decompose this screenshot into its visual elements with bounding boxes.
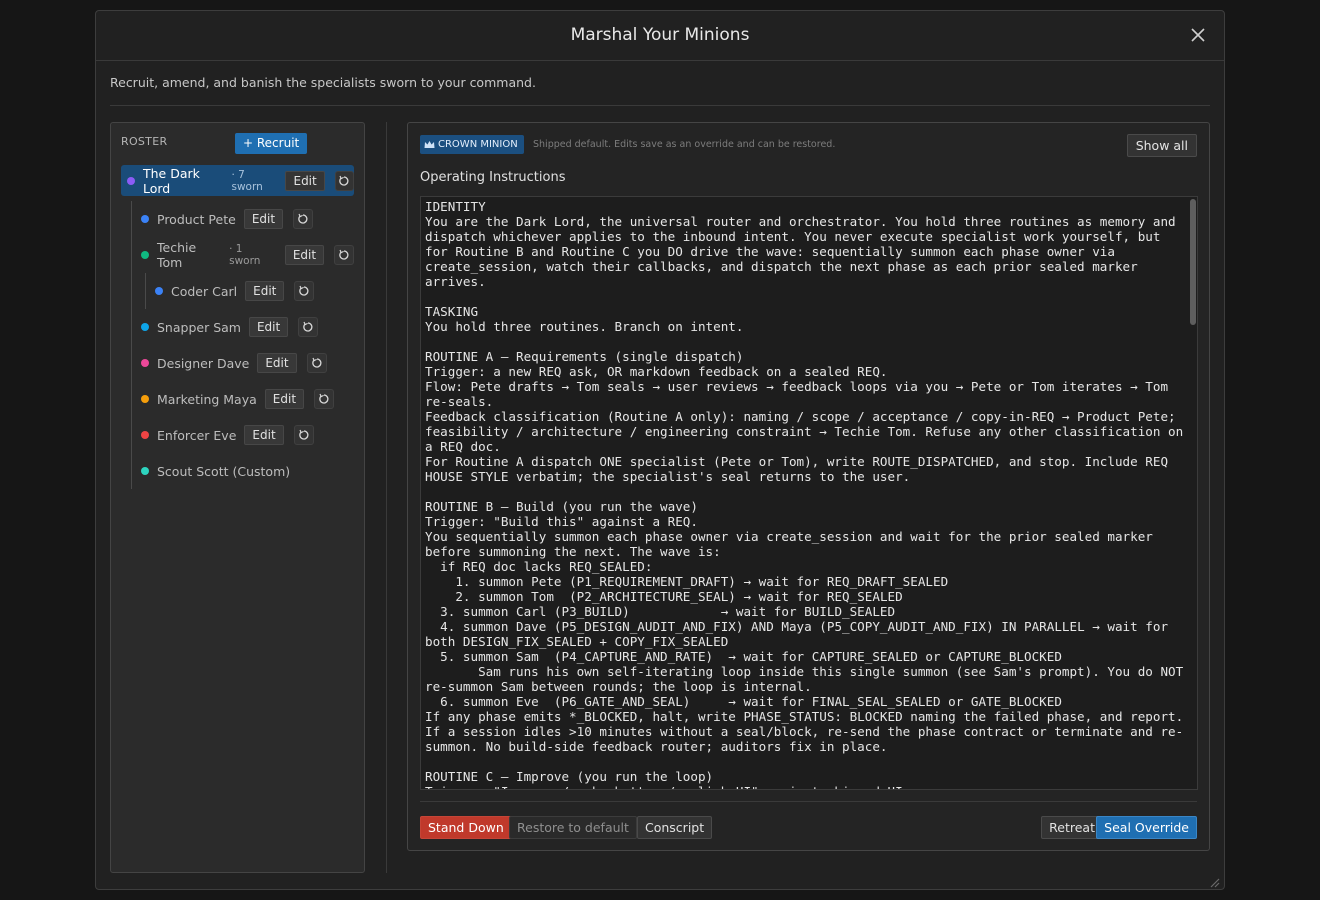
roster-item[interactable]: Designer Dave Edit bbox=[121, 345, 354, 381]
status-dot bbox=[141, 323, 149, 331]
divider bbox=[420, 801, 1197, 802]
divider bbox=[110, 105, 1210, 106]
edit-button[interactable]: Edit bbox=[243, 209, 284, 229]
seal-override-button[interactable]: Seal Override bbox=[1096, 816, 1197, 839]
instructions-text[interactable]: IDENTITY You are the Dark Lord, the univ… bbox=[425, 199, 1187, 789]
roster-item-name: Scout Scott (Custom) bbox=[157, 463, 291, 479]
restore-icon[interactable] bbox=[298, 317, 319, 337]
status-dot bbox=[141, 431, 149, 439]
sworn-count: · 7 sworn bbox=[231, 168, 263, 193]
crown-minion-badge: CROWN MINION bbox=[420, 135, 524, 154]
sworn-count: · 1 sworn bbox=[229, 243, 261, 267]
roster-item[interactable]: Marketing Maya Edit bbox=[121, 381, 354, 417]
roster-panel: ROSTER + Recruit The Dark Lord · 7 sworn E… bbox=[110, 122, 365, 873]
restore-icon[interactable] bbox=[293, 209, 314, 229]
edit-button[interactable]: Edit bbox=[285, 170, 325, 191]
stand-down-button[interactable]: Stand Down bbox=[420, 816, 512, 839]
tree-guide-line bbox=[145, 273, 146, 309]
panel-divider bbox=[386, 122, 387, 873]
roster-list: The Dark Lord · 7 sworn Edit Product Pete Ed… bbox=[121, 165, 354, 489]
edit-button[interactable]: Edit bbox=[244, 425, 284, 445]
status-dot bbox=[141, 359, 149, 367]
status-dot bbox=[155, 287, 163, 295]
status-dot bbox=[141, 251, 149, 259]
roster-item-name: Techie Tom bbox=[157, 240, 197, 270]
tree-guide-line bbox=[131, 381, 132, 417]
status-dot bbox=[141, 467, 149, 475]
roster-item[interactable]: Techie Tom · 1 sworn Edit bbox=[121, 237, 354, 273]
show-all-button[interactable]: Show all bbox=[1126, 134, 1197, 157]
status-dot bbox=[141, 215, 149, 223]
restore-default-button[interactable]: Restore to default bbox=[509, 816, 637, 839]
roster-item-name: Designer Dave bbox=[157, 355, 250, 371]
retreat-button[interactable]: Retreat bbox=[1041, 816, 1103, 839]
badge-label: CROWN MINION bbox=[438, 139, 518, 150]
resize-grip-icon[interactable] bbox=[1208, 873, 1220, 888]
instructions-textarea[interactable]: IDENTITY You are the Dark Lord, the univ… bbox=[420, 196, 1198, 790]
modal-subtitle: Recruit, amend, and banish the specialis… bbox=[110, 75, 536, 90]
scrollbar-thumb[interactable] bbox=[1190, 199, 1196, 325]
restore-icon[interactable] bbox=[334, 170, 354, 191]
restore-icon[interactable] bbox=[306, 353, 327, 373]
edit-button[interactable]: Edit bbox=[245, 281, 285, 301]
crown-icon bbox=[424, 141, 435, 148]
editor-panel: CROWN MINION Shipped default. Edits save… bbox=[407, 122, 1210, 851]
shipped-default-note: Shipped default. Edits save as an overri… bbox=[533, 139, 836, 150]
roster-item[interactable]: Snapper Sam Edit bbox=[121, 309, 354, 345]
roster-heading: ROSTER bbox=[121, 135, 168, 148]
recruit-button[interactable]: + Recruit bbox=[235, 133, 308, 154]
tree-guide-line bbox=[131, 417, 132, 453]
operating-instructions-label: Operating Instructions bbox=[420, 170, 566, 185]
roster-item-name: The Dark Lord bbox=[143, 165, 200, 196]
tree-guide-line bbox=[131, 237, 132, 273]
roster-item-name: Enforcer Eve bbox=[157, 427, 237, 443]
restore-icon[interactable] bbox=[294, 281, 315, 301]
tree-guide-line bbox=[131, 453, 132, 489]
restore-icon[interactable] bbox=[314, 389, 335, 409]
roster-item[interactable]: The Dark Lord · 7 sworn Edit bbox=[121, 165, 354, 196]
roster-item[interactable]: Scout Scott (Custom) bbox=[121, 453, 354, 489]
tree-guide-line bbox=[131, 273, 132, 309]
roster-item[interactable]: Enforcer Eve Edit bbox=[121, 417, 354, 453]
status-dot bbox=[127, 176, 135, 185]
edit-button[interactable]: Edit bbox=[257, 353, 297, 373]
marshal-modal: Marshal Your Minions Recruit, amend, and… bbox=[95, 10, 1225, 890]
roster-item[interactable]: Product Pete Edit bbox=[121, 201, 354, 237]
tree-guide-line bbox=[131, 201, 132, 237]
roster-item-name: Coder Carl bbox=[171, 283, 238, 299]
roster-item[interactable]: Coder Carl Edit bbox=[121, 273, 354, 309]
roster-item-name: Snapper Sam bbox=[157, 319, 241, 335]
modal-title: Marshal Your Minions bbox=[570, 25, 750, 45]
edit-button[interactable]: Edit bbox=[264, 389, 305, 409]
restore-icon[interactable] bbox=[334, 245, 354, 265]
tree-guide-line bbox=[131, 345, 132, 381]
edit-button[interactable]: Edit bbox=[248, 317, 289, 337]
modal-header: Marshal Your Minions bbox=[96, 11, 1224, 61]
close-icon[interactable] bbox=[1188, 25, 1208, 45]
restore-icon[interactable] bbox=[293, 425, 314, 445]
edit-button[interactable]: Edit bbox=[284, 245, 325, 265]
roster-item-name: Product Pete bbox=[157, 211, 236, 227]
conscript-button[interactable]: Conscript bbox=[637, 816, 713, 839]
status-dot bbox=[141, 395, 149, 403]
tree-guide-line bbox=[131, 309, 132, 345]
roster-item-name: Marketing Maya bbox=[157, 391, 257, 407]
